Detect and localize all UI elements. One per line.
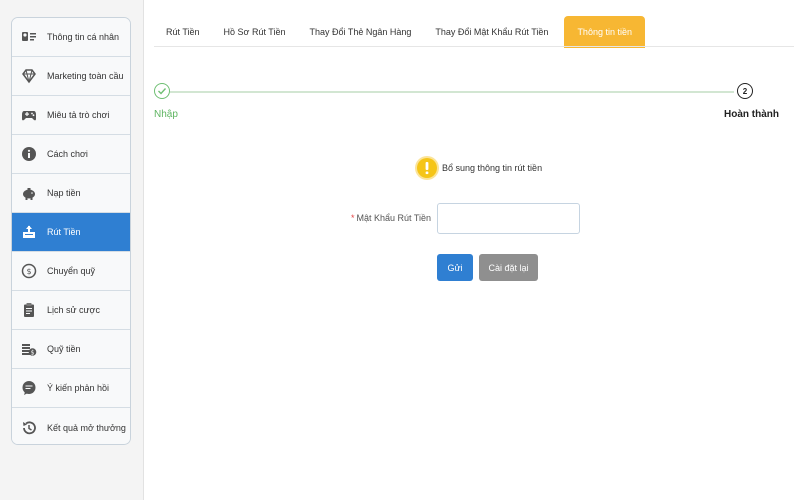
profile-card-icon — [21, 29, 37, 45]
piggy-bank-icon — [21, 185, 37, 201]
tab-money-info[interactable]: Thông tin tiền — [564, 16, 645, 48]
sidebar-item-bet-history[interactable]: Lịch sử cược — [12, 291, 130, 330]
sidebar-item-profile[interactable]: Thông tin cá nhân — [12, 18, 130, 57]
required-mark: * — [350, 213, 355, 223]
sidebar-item-label: Lịch sử cược — [47, 305, 100, 315]
sidebar-item-withdraw[interactable]: Rút Tiền — [12, 213, 130, 252]
coins-icon: $ — [21, 341, 37, 357]
gamepad-icon — [21, 107, 37, 123]
sidebar-item-feedback[interactable]: Ý kiến phản hồi — [12, 369, 130, 408]
sidebar-item-how-to-play[interactable]: Cách chơi — [12, 135, 130, 174]
app-frame: Thông tin cá nhân Marketing toàn cầu Miê… — [0, 0, 800, 500]
sidebar-item-transfer[interactable]: $ Chuyển quỹ — [12, 252, 130, 291]
svg-text:$: $ — [26, 267, 31, 276]
sidebar-item-marketing[interactable]: Marketing toàn cầu — [12, 57, 130, 96]
transfer-icon: $ — [21, 263, 37, 279]
tab-bar: Rút Tiền Hồ Sơ Rút Tiền Thay Đổi Thẻ Ngâ… — [154, 16, 645, 48]
tab-withdraw-records[interactable]: Hồ Sơ Rút Tiền — [212, 16, 298, 48]
sidebar-item-game-description[interactable]: Miêu tả trò chơi — [12, 96, 130, 135]
tab-withdraw[interactable]: Rút Tiền — [154, 16, 212, 48]
tab-change-withdraw-password[interactable]: Thay Đổi Mật Khẩu Rút Tiền — [423, 16, 560, 48]
tab-change-bank-card[interactable]: Thay Đổi Thẻ Ngân Hàng — [297, 16, 423, 48]
sidebar-item-label: Rút Tiền — [47, 227, 81, 237]
warning-icon — [417, 158, 437, 178]
info-icon — [21, 146, 37, 162]
password-field-label: * Mật Khẩu Rút Tiền — [300, 213, 431, 223]
sidebar-item-label: Thông tin cá nhân — [47, 32, 120, 42]
step-complete-check-icon — [154, 83, 170, 99]
chat-bubble-icon — [21, 380, 37, 396]
password-label-text: Mật Khẩu Rút Tiền — [356, 213, 431, 223]
sidebar-item-label: Cách chơi — [47, 149, 88, 159]
tab-divider — [154, 46, 794, 47]
clipboard-icon — [21, 302, 37, 318]
sidebar-item-label: Miêu tả trò chơi — [47, 110, 110, 120]
step-label-complete: Hoàn thành — [724, 109, 779, 120]
sidebar-item-results[interactable]: Kết quả mở thưởng — [12, 408, 130, 444]
sidebar-item-deposit[interactable]: Nạp tiền — [12, 174, 130, 213]
submit-button[interactable]: Gửi — [437, 254, 473, 281]
notice-message: Bổ sung thông tin rút tiền — [442, 163, 543, 173]
sidebar-item-label: Chuyển quỹ — [47, 266, 96, 276]
svg-text:$: $ — [31, 349, 35, 356]
withdraw-icon — [21, 224, 37, 240]
main-panel: Rút Tiền Hồ Sơ Rút Tiền Thay Đổi Thẻ Ngâ… — [143, 0, 800, 500]
withdraw-password-input[interactable] — [437, 203, 580, 234]
sidebar-item-label: Quỹ tiền — [47, 344, 81, 354]
sidebar-item-funds[interactable]: $ Quỹ tiền — [12, 330, 130, 369]
reset-button[interactable]: Cài đặt lại — [479, 254, 538, 281]
step-number-badge: 2 — [737, 83, 753, 99]
sidebar-item-label: Nạp tiền — [47, 188, 81, 198]
step-label-input: Nhập — [154, 109, 178, 120]
sidebar-item-label: Kết quả mở thưởng — [47, 422, 126, 433]
step-progress-line — [170, 91, 734, 93]
sidebar-item-label: Marketing toàn cầu — [47, 71, 124, 81]
history-icon — [21, 420, 37, 436]
sidebar-item-label: Ý kiến phản hồi — [47, 383, 110, 393]
diamond-icon — [21, 68, 37, 84]
sidebar-menu: Thông tin cá nhân Marketing toàn cầu Miê… — [11, 17, 131, 445]
